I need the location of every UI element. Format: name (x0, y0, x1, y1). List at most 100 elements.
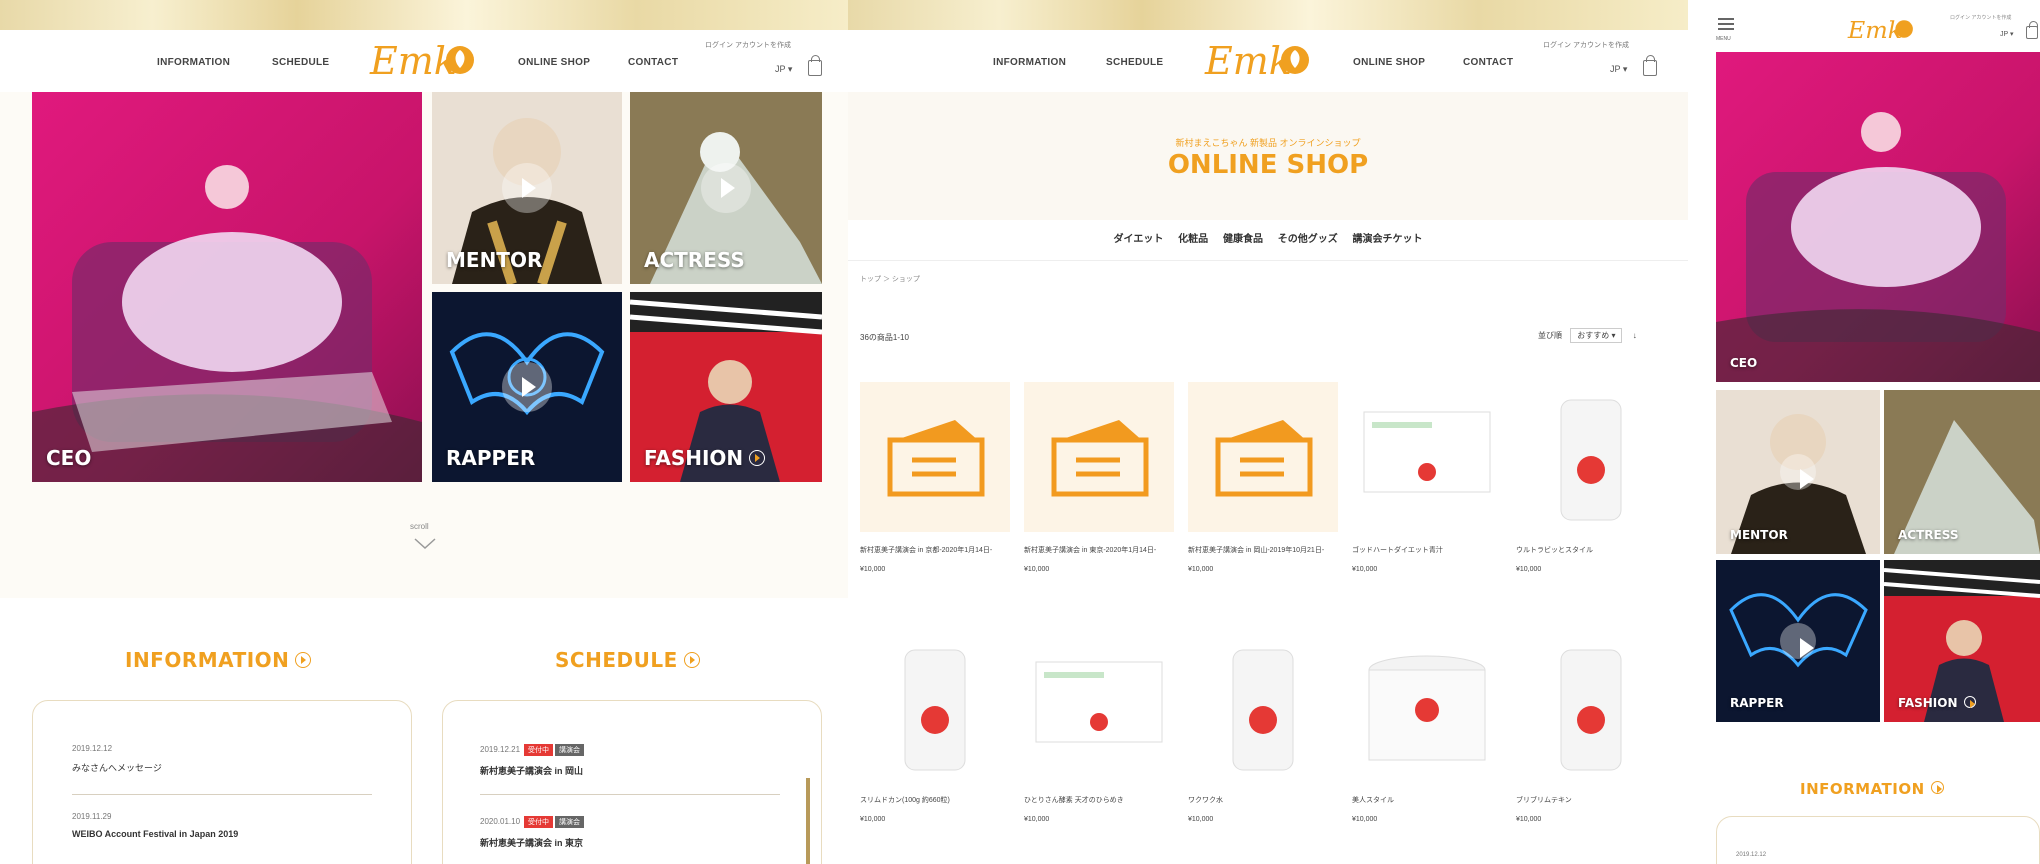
product-card[interactable]: 新村恵美子講演会 in 京都-2020年1月14日- ¥10,000 (860, 382, 1010, 573)
product-name[interactable]: 美人スタイル (1352, 794, 1502, 808)
account-links[interactable]: ログイン アカウントを作成 (705, 40, 791, 50)
product-image[interactable] (1516, 382, 1666, 532)
hamburger-menu-icon[interactable] (1718, 18, 1734, 30)
product-card[interactable]: ゴッドハートダイエット青汁 ¥10,000 (1352, 382, 1502, 573)
bottle-product-icon (1232, 649, 1294, 771)
category-health-food[interactable]: 健康食品 (1223, 234, 1263, 245)
product-image[interactable] (1024, 382, 1174, 532)
language-select[interactable]: JP ▾ (775, 64, 792, 75)
product-card[interactable]: ひとりさん酵素 天才のひらめき ¥10,000 (1024, 632, 1174, 823)
cart-bag-icon[interactable] (2026, 21, 2038, 39)
play-icon[interactable] (701, 163, 751, 213)
schedule-item[interactable]: 2020.01.10 受付中 講演会 新村恵美子講演会 in 東京 (480, 816, 585, 849)
svg-text:Emk: Emk (1847, 16, 1902, 44)
nav-information[interactable]: INFORMATION (993, 57, 1066, 68)
hero-tile-ceo[interactable]: CEO (32, 92, 422, 482)
hero-label-ceo: CEO (1730, 356, 1758, 370)
breadcrumb[interactable]: トップ ＞ ショップ (860, 274, 920, 284)
product-image[interactable] (1352, 382, 1502, 532)
nav-contact[interactable]: CONTACT (628, 57, 678, 68)
nav-information[interactable]: INFORMATION (157, 57, 230, 68)
hero-label-actress: ACTRESS (1898, 528, 1959, 542)
language-select[interactable]: JP ▾ (1610, 64, 1627, 75)
hero-tile-ceo[interactable]: CEO (1716, 52, 2040, 382)
hero-tile-actress[interactable]: ACTRESS (630, 92, 822, 284)
play-icon[interactable] (1780, 454, 1816, 490)
hero-label-rapper: RAPPER (446, 446, 536, 470)
info-item[interactable]: 2019.12.12 みなさんへメッセージ (72, 744, 162, 774)
result-count: 36の商品1-10 (860, 333, 909, 342)
arrow-circle-icon (749, 449, 766, 466)
play-icon[interactable] (502, 163, 552, 213)
sort-control: 並び順 おすすめ ▾ ↓ (1538, 328, 1637, 343)
product-card[interactable]: ブリブリムテキン ¥10,000 (1516, 632, 1666, 823)
nav-schedule[interactable]: SCHEDULE (1106, 57, 1163, 68)
arrow-circle-icon (1930, 781, 1944, 794)
product-name[interactable]: ウルトラビッとスタイル (1516, 544, 1666, 558)
product-image[interactable] (1024, 632, 1174, 782)
sort-direction-icon[interactable]: ↓ (1633, 331, 1637, 340)
product-price: ¥10,000 (860, 566, 886, 573)
sort-select[interactable]: おすすめ ▾ (1570, 328, 1623, 343)
product-image[interactable] (1188, 632, 1338, 782)
svg-text:Emk: Emk (1204, 39, 1292, 83)
category-cosmetics[interactable]: 化粧品 (1178, 234, 1208, 245)
emk-logo[interactable]: Emk (1846, 14, 1916, 44)
emk-logo[interactable]: Emk (1203, 36, 1313, 84)
arrow-circle-icon (683, 651, 700, 668)
account-links[interactable]: ログイン アカウントを作成 (1950, 14, 2011, 21)
product-image[interactable] (1516, 632, 1666, 782)
product-card[interactable]: ウルトラビッとスタイル ¥10,000 (1516, 382, 1666, 573)
product-name[interactable]: ゴッドハートダイエット青汁 (1352, 544, 1502, 558)
schedule-item[interactable]: 2019.12.21 受付中 講演会 新村恵美子講演会 in 岡山 (480, 744, 585, 777)
information-heading[interactable]: INFORMATION (1800, 780, 1944, 798)
hero-tile-rapper[interactable]: RAPPER (1716, 560, 1880, 722)
hero-tile-mentor[interactable]: MENTOR (432, 92, 622, 284)
hero-tile-rapper[interactable]: RAPPER (432, 292, 622, 482)
chevron-down-icon[interactable] (414, 538, 436, 550)
svg-text:Emk: Emk (369, 39, 457, 83)
hero-tile-actress[interactable]: ACTRESS (1884, 390, 2040, 554)
schedule-heading[interactable]: SCHEDULE (555, 648, 700, 672)
language-select[interactable]: JP ▾ (2000, 30, 2014, 38)
nav-contact[interactable]: CONTACT (1463, 57, 1513, 68)
emk-logo[interactable]: Emk (368, 36, 478, 84)
hero-label-mentor: MENTOR (446, 248, 543, 272)
product-image[interactable] (1188, 382, 1338, 532)
cart-bag-icon[interactable] (1643, 55, 1657, 76)
product-card[interactable]: 新村恵美子講演会 in 岡山-2019年10月21日- ¥10,000 (1188, 382, 1338, 573)
scrollbar[interactable] (806, 778, 810, 864)
information-heading[interactable]: INFORMATION (125, 648, 312, 672)
product-image[interactable] (1352, 632, 1502, 782)
account-links[interactable]: ログイン アカウントを作成 (1543, 40, 1629, 50)
category-diet[interactable]: ダイエット (1113, 234, 1163, 245)
panel-mobile: MENU Emk ログイン アカウントを作成 JP ▾ CEO MENTOR A… (1700, 0, 2040, 864)
play-icon[interactable] (1780, 623, 1816, 659)
product-name[interactable]: ワクワク水 (1188, 794, 1338, 808)
category-other-goods[interactable]: その他グッズ (1278, 234, 1338, 245)
product-name[interactable]: ブリブリムテキン (1516, 794, 1666, 808)
product-card[interactable]: スリムドカン(100g 約660粒) ¥10,000 (860, 632, 1010, 823)
product-image[interactable] (860, 632, 1010, 782)
category-tickets[interactable]: 講演会チケット (1353, 234, 1423, 245)
hero-label-fashion: FASHION (644, 446, 766, 470)
product-image[interactable] (860, 382, 1010, 532)
info-item[interactable]: 2019.11.29 WEIBO Account Festival in Jap… (72, 812, 238, 839)
product-name[interactable]: 新村恵美子講演会 in 東京-2020年1月14日- (1024, 544, 1174, 558)
product-name[interactable]: 新村恵美子講演会 in 京都-2020年1月14日- (860, 544, 1010, 558)
hero-tile-fashion[interactable]: FASHION (1884, 560, 2040, 722)
product-card[interactable]: ワクワク水 ¥10,000 (1188, 632, 1338, 823)
nav-online-shop[interactable]: ONLINE SHOP (518, 57, 590, 68)
hero-tile-mentor[interactable]: MENTOR (1716, 390, 1880, 554)
product-card[interactable]: 新村恵美子講演会 in 東京-2020年1月14日- ¥10,000 (1024, 382, 1174, 573)
product-name[interactable]: 新村恵美子講演会 in 岡山-2019年10月21日- (1188, 544, 1338, 558)
nav-online-shop[interactable]: ONLINE SHOP (1353, 57, 1425, 68)
hero-tile-fashion[interactable]: FASHION (630, 292, 822, 482)
box-product-icon (1363, 411, 1491, 493)
nav-schedule[interactable]: SCHEDULE (272, 57, 329, 68)
product-card[interactable]: 美人スタイル ¥10,000 (1352, 632, 1502, 823)
product-name[interactable]: ひとりさん酵素 天才のひらめき (1024, 794, 1174, 808)
product-name[interactable]: スリムドカン(100g 約660粒) (860, 794, 1010, 808)
cart-bag-icon[interactable] (808, 55, 822, 76)
play-icon[interactable] (502, 362, 552, 412)
